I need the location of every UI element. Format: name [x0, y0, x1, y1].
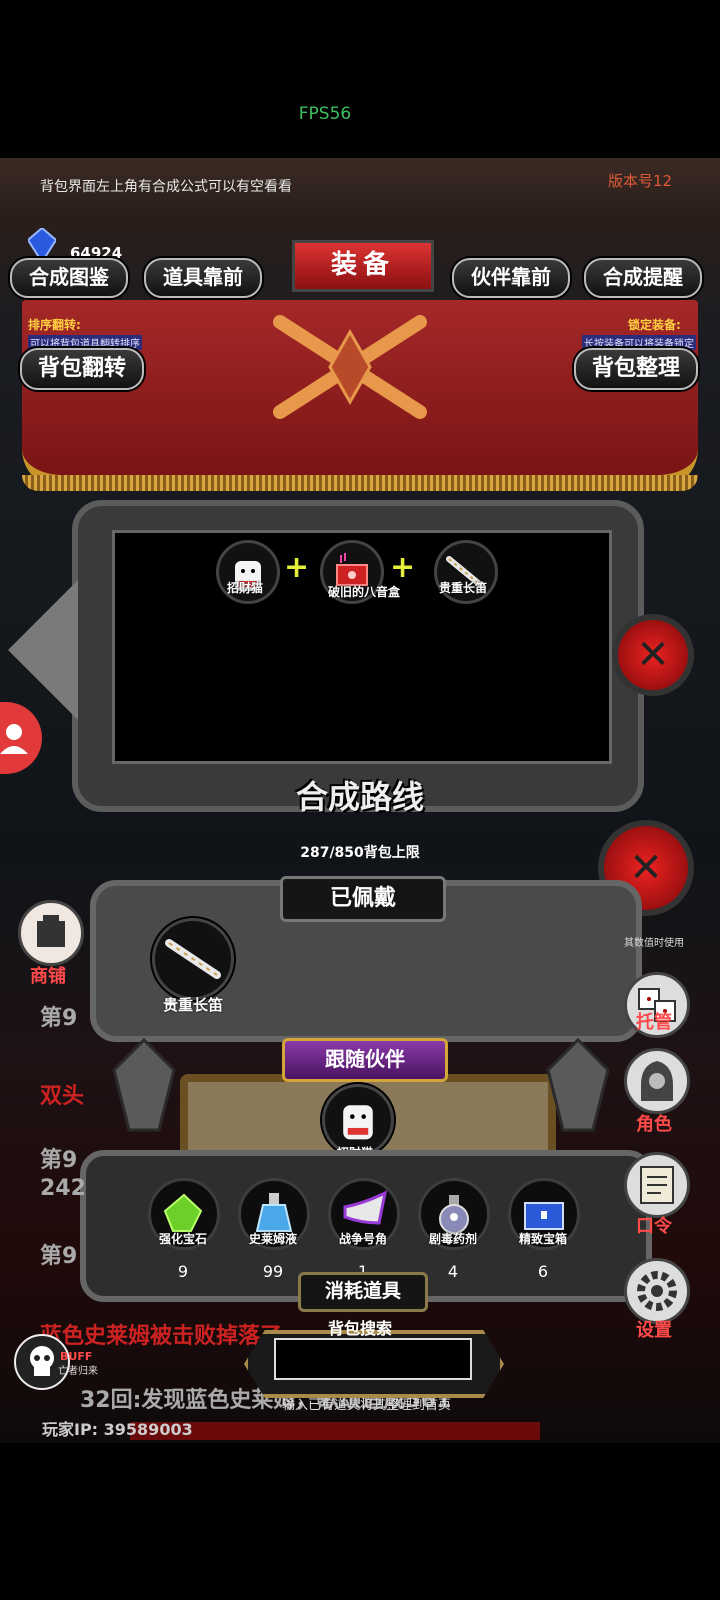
blue-gem-icon	[28, 228, 56, 262]
plus-icon: +	[390, 550, 416, 585]
consumable-count: 6	[537, 1262, 549, 1281]
header-tip: 背包界面左上角有合成公式可以有空看看	[40, 179, 292, 195]
scroll-icon	[640, 1166, 674, 1204]
log-line: 第9	[40, 1006, 78, 1031]
consumables-header: 消耗道具	[298, 1272, 428, 1312]
plus-icon: +	[284, 550, 310, 585]
manage-label: 托管	[636, 1012, 672, 1033]
equipped-item-label: 贵重长笛	[162, 996, 223, 1014]
log-line: 第9	[40, 1244, 78, 1269]
consumable-count: 4	[447, 1262, 459, 1281]
crossed-swords-emblem-icon	[273, 315, 427, 419]
consumable-label: 强化宝石	[158, 1232, 207, 1246]
shop-label: 商铺	[30, 966, 66, 987]
buff-sub-label: 亡者归来	[58, 1366, 98, 1377]
consumable-label: 史莱姆液	[248, 1232, 297, 1246]
items-first-button[interactable]: 道具靠前	[144, 258, 262, 298]
bag-capacity: 287/850背包上限	[300, 845, 420, 861]
dragon-statue-icon	[112, 1037, 176, 1132]
code-label: 口令	[636, 1216, 672, 1237]
dragon-statue-icon	[546, 1037, 610, 1132]
consumable-count: 99	[262, 1262, 284, 1281]
banner-fringe	[22, 475, 698, 491]
recipe-item-label: 招财猫	[226, 581, 263, 595]
code-button[interactable]	[624, 1152, 690, 1218]
bag-search-label: 背包搜索	[327, 1319, 392, 1338]
synthesis-route-label: 合成路线	[295, 778, 424, 816]
player-ip: 玩家IP: 39589003	[42, 1420, 193, 1439]
previous-arrow-icon[interactable]	[8, 580, 78, 720]
avatar-button[interactable]	[0, 702, 42, 774]
equipment-title: 装备	[292, 240, 434, 292]
settings-label: 设置	[636, 1320, 672, 1341]
partners-first-button[interactable]: 伙伴靠前	[452, 258, 570, 298]
recipe-item-label: 破旧的八音盒	[327, 585, 400, 599]
lock-equip-title: 锁定装备:	[628, 318, 681, 332]
shop-icon	[37, 915, 65, 947]
bag-flip-button[interactable]: 背包翻转	[20, 348, 144, 390]
consumable-label: 战争号角	[338, 1232, 387, 1246]
consumable-label: 剧毒药剂	[428, 1232, 477, 1246]
equipped-item-flute[interactable]	[152, 918, 234, 1000]
log-line: 242	[40, 1176, 86, 1201]
synthesis-reminder-button[interactable]: 合成提醒	[584, 258, 702, 298]
consumable-count: 9	[177, 1262, 189, 1281]
info-text: 其数值时使用	[624, 938, 684, 949]
bag-search-tip: 输入已有道具将其整理到首页	[282, 1398, 452, 1413]
log-line: 双头	[40, 1084, 85, 1109]
role-label: 角色	[636, 1114, 672, 1135]
role-button[interactable]	[624, 1048, 690, 1114]
close-icon: ✕	[629, 845, 663, 891]
equipped-header: 已佩戴	[280, 876, 446, 922]
settings-button[interactable]	[624, 1258, 690, 1324]
hooded-figure-icon	[641, 1061, 673, 1101]
shop-button[interactable]	[18, 900, 84, 966]
follow-partner-header: 跟随伙伴	[282, 1038, 448, 1082]
bag-search-input[interactable]	[274, 1338, 472, 1380]
version-label: 版本号12	[608, 172, 673, 190]
sort-flip-title: 排序翻转:	[28, 318, 81, 332]
recipe-item-label: 贵重长笛	[438, 581, 487, 595]
flute-icon	[165, 939, 221, 979]
log-line: 蓝色史莱姆被击败掉落了	[40, 1324, 283, 1349]
close-recipe-button[interactable]: ✕	[612, 614, 694, 696]
synthesis-guide-button[interactable]: 合成图鉴	[10, 258, 128, 298]
consumable-label: 精致宝箱	[518, 1232, 567, 1246]
log-line: 第9	[40, 1148, 78, 1173]
bag-tidy-button[interactable]: 背包整理	[574, 348, 698, 390]
close-icon: ✕	[636, 632, 670, 678]
gear-icon	[637, 1271, 677, 1311]
fps-counter: FPS56	[298, 104, 352, 124]
person-icon	[0, 724, 28, 754]
